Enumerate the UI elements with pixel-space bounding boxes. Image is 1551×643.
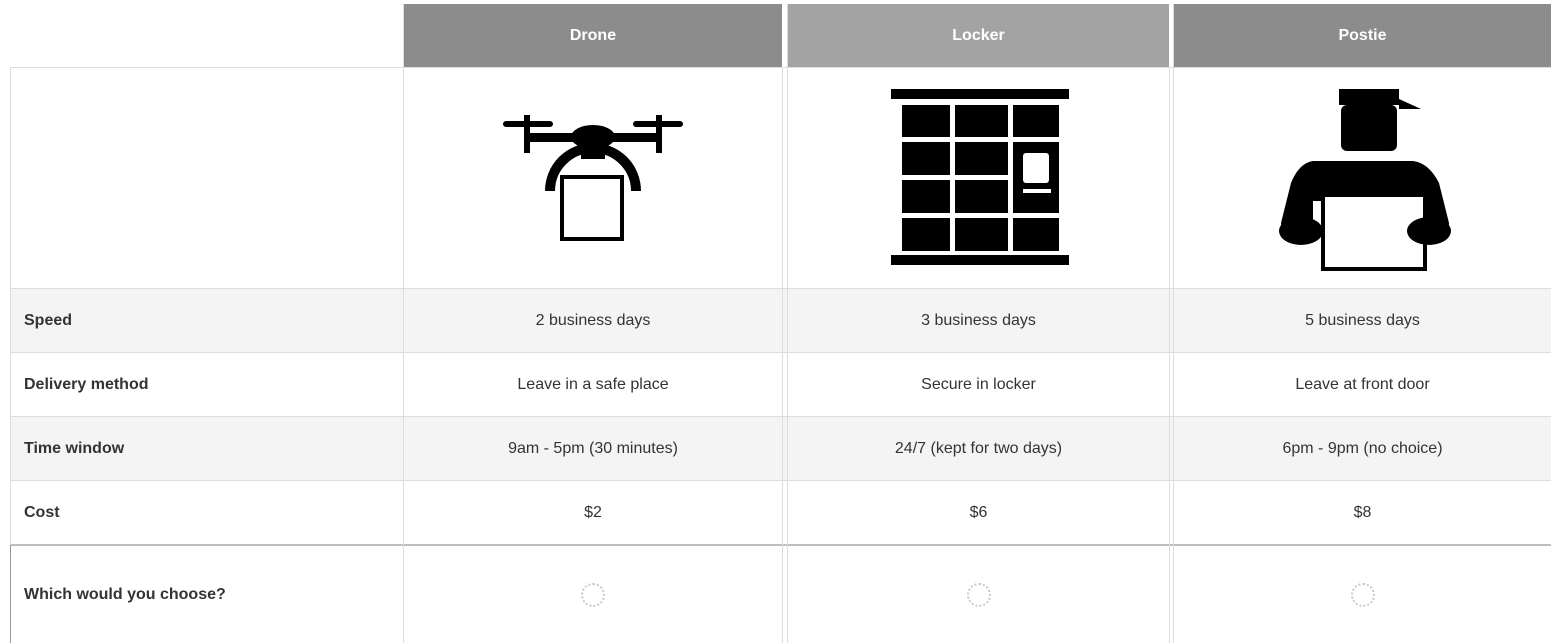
column-header-locker: Locker bbox=[788, 4, 1169, 67]
grid-line bbox=[1169, 67, 1170, 643]
speed-drone: 2 business days bbox=[535, 311, 651, 329]
grid-line bbox=[10, 67, 1551, 68]
parcel-locker-icon bbox=[890, 89, 1069, 265]
cost-locker: $6 bbox=[969, 503, 988, 521]
column-header-postie: Postie bbox=[1174, 4, 1551, 67]
speed-postie: 5 business days bbox=[1305, 311, 1420, 329]
postman-icon bbox=[1278, 88, 1451, 271]
drone-icon bbox=[503, 114, 683, 241]
time-window-locker: 24/7 (kept for two days) bbox=[894, 439, 1063, 457]
choice-cell-drone[interactable] bbox=[404, 546, 782, 643]
row-label-time-window: Time window bbox=[24, 439, 125, 457]
delivery-method-drone: Leave in a safe place bbox=[517, 375, 669, 393]
row-label-speed: Speed bbox=[24, 311, 73, 329]
grid-line bbox=[10, 545, 11, 643]
postie-icon-cell bbox=[1174, 80, 1551, 275]
row-label-delivery-method: Delivery method bbox=[24, 375, 149, 393]
radio-postie[interactable] bbox=[1350, 582, 1375, 607]
time-window-drone: 9am - 5pm (30 minutes) bbox=[508, 439, 678, 457]
cost-postie: $8 bbox=[1353, 503, 1372, 521]
locker-icon-cell bbox=[788, 80, 1169, 275]
grid-line bbox=[782, 67, 783, 643]
choice-question: Which would you choose? bbox=[24, 585, 226, 603]
radio-locker[interactable] bbox=[966, 582, 991, 607]
delivery-method-locker: Secure in locker bbox=[921, 375, 1036, 393]
column-header-drone: Drone bbox=[404, 4, 782, 67]
drone-icon-cell bbox=[404, 80, 782, 275]
time-window-postie: 6pm - 9pm (no choice) bbox=[1282, 439, 1443, 457]
delivery-method-postie: Leave at front door bbox=[1295, 375, 1430, 393]
choice-cell-locker[interactable] bbox=[788, 546, 1169, 643]
speed-locker: 3 business days bbox=[921, 311, 1036, 329]
radio-drone[interactable] bbox=[581, 582, 605, 607]
cost-drone: $2 bbox=[584, 503, 602, 521]
choice-cell-postie[interactable] bbox=[1174, 546, 1551, 643]
row-label-cost: Cost bbox=[24, 503, 60, 521]
